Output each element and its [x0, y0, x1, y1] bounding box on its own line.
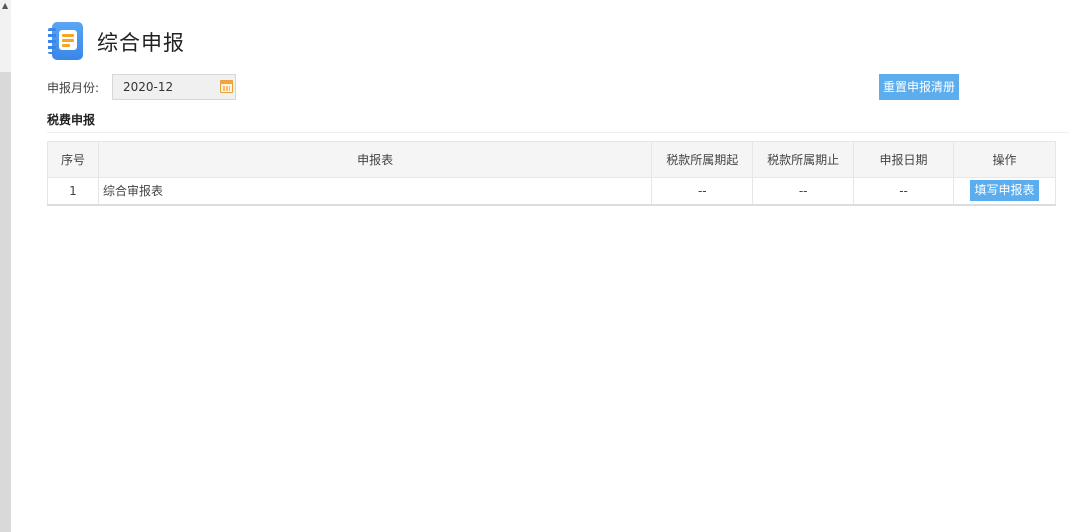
cell-date: --	[853, 177, 954, 205]
column-header-date: 申报日期	[853, 141, 954, 178]
notebook-icon	[47, 20, 85, 64]
page-header: 综合申报	[47, 20, 185, 64]
month-label: 申报月份:	[47, 80, 100, 95]
calendar-icon[interactable]	[220, 80, 233, 93]
filter-row: 申报月份: 2020-12	[47, 74, 236, 100]
column-header-action: 操作	[953, 141, 1056, 178]
column-header-form: 申报表	[97, 141, 653, 178]
section-title: 税费申报	[47, 113, 96, 127]
cell-form-name: 综合审报表	[97, 177, 653, 205]
column-header-period-end: 税款所属期止	[752, 141, 855, 178]
cell-action: 填写申报表	[953, 177, 1056, 205]
cell-period-end: --	[752, 177, 855, 205]
scroll-up-button[interactable]: ▲	[0, 0, 11, 72]
chevron-up-icon: ▲	[2, 1, 9, 10]
column-header-period-start: 税款所属期起	[651, 141, 754, 178]
vertical-scrollbar[interactable]: ▲	[0, 0, 11, 532]
declaration-table: 序号 申报表 税款所属期起 税款所属期止 申报日期 操作 1 综合审报表 -- …	[47, 141, 1056, 206]
month-value: 2020-12	[123, 80, 174, 94]
column-header-index: 序号	[47, 141, 99, 178]
month-picker-input[interactable]: 2020-12	[112, 74, 236, 100]
table-header-row: 序号 申报表 税款所属期起 税款所属期止 申报日期 操作	[47, 141, 1056, 178]
page: 综合申报 申报月份: 2020-12 重置申报清册 税费申报 序号 申报表 税款…	[11, 0, 1080, 532]
page-title: 综合申报	[97, 31, 185, 55]
divider	[47, 132, 1069, 133]
fill-form-button[interactable]: 填写申报表	[970, 180, 1039, 202]
reset-declaration-list-button[interactable]: 重置申报清册	[879, 74, 959, 100]
cell-period-start: --	[651, 177, 754, 205]
cell-index: 1	[47, 177, 99, 205]
table-row: 1 综合审报表 -- -- -- 填写申报表	[47, 177, 1056, 205]
